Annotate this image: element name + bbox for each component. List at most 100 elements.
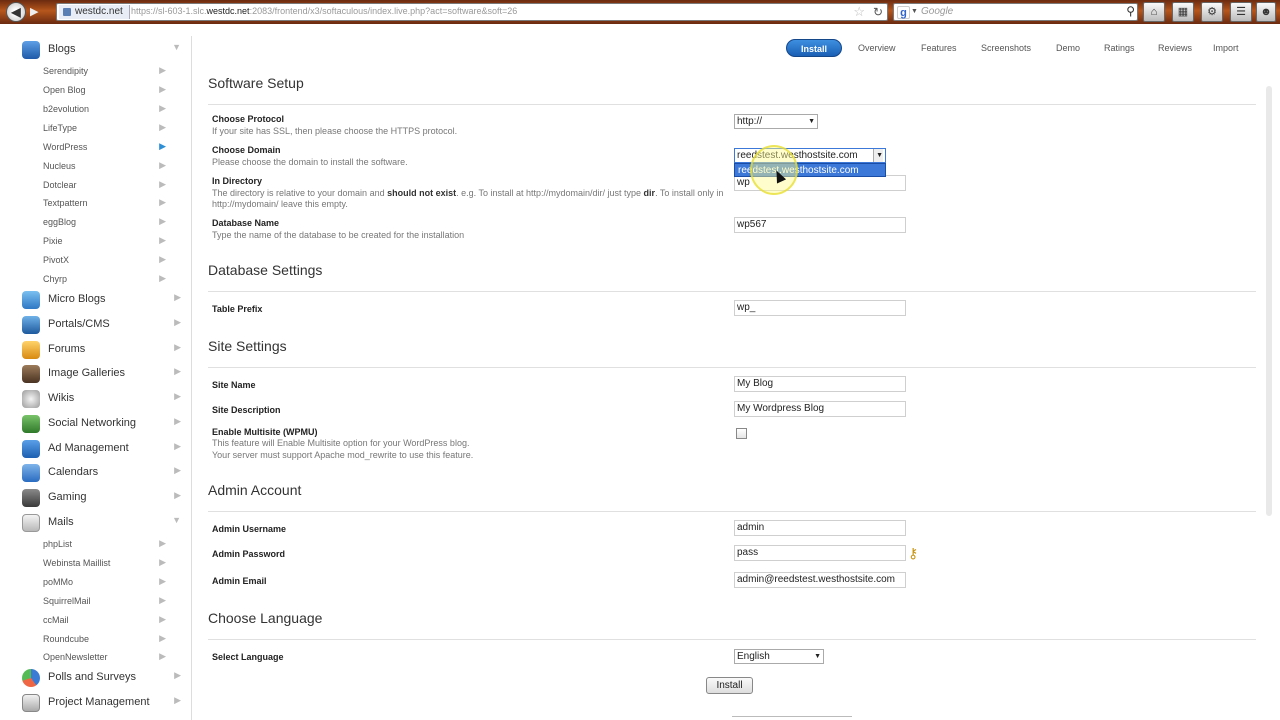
sidebar-category-portals-cms[interactable]: Portals/CMS ▶ bbox=[10, 313, 192, 337]
site-name-input[interactable]: My Blog bbox=[734, 376, 906, 392]
toolbar-extension-button[interactable]: ☻ bbox=[1256, 2, 1276, 22]
language-label: Select Language bbox=[212, 652, 284, 662]
site-description-input[interactable]: My Wordpress Blog bbox=[734, 401, 906, 417]
sidebar-item-ccmail[interactable]: ccMail ▶ bbox=[10, 612, 192, 630]
sidebar-item-wordpress[interactable]: WordPress ▶ bbox=[10, 139, 192, 157]
gaming-icon bbox=[22, 489, 40, 507]
search-icon[interactable]: ⚲ bbox=[1126, 4, 1135, 18]
divider bbox=[208, 104, 1256, 105]
sidebar-item-serendipity[interactable]: Serendipity ▶ bbox=[10, 63, 192, 81]
admin-username-input[interactable]: admin bbox=[734, 520, 906, 536]
sidebar-category-polls-and-surveys[interactable]: Polls and Surveys ▶ bbox=[10, 666, 192, 690]
sidebar-item-roundcube[interactable]: Roundcube ▶ bbox=[10, 631, 192, 649]
section-title-database-settings: Database Settings bbox=[208, 262, 323, 278]
page-scrollbar[interactable] bbox=[1258, 24, 1280, 720]
multisite-checkbox[interactable] bbox=[736, 428, 747, 439]
sidebar-category-image-galleries[interactable]: Image Galleries ▶ bbox=[10, 362, 192, 386]
toolbar-addon-button[interactable]: ▦ bbox=[1172, 2, 1194, 22]
sidebar-category-social-networking[interactable]: Social Networking ▶ bbox=[10, 412, 192, 436]
sidebar-item-label: Dotclear bbox=[43, 180, 77, 190]
scrollbar-thumb[interactable] bbox=[1266, 86, 1272, 516]
sidebar-item-chyrp[interactable]: Chyrp ▶ bbox=[10, 271, 192, 289]
forward-button[interactable]: ▶ bbox=[30, 5, 44, 19]
tab-features[interactable]: Features bbox=[921, 39, 957, 57]
protocol-select-value: http:// bbox=[737, 116, 763, 127]
tab-reviews[interactable]: Reviews bbox=[1158, 39, 1192, 57]
search-engine-dropdown-icon[interactable]: ▼ bbox=[911, 8, 918, 15]
dropdown-arrow-icon[interactable]: ▼ bbox=[873, 149, 883, 162]
sidebar-category-label: Calendars bbox=[48, 466, 99, 478]
sidebar-item-lifetype[interactable]: LifeType ▶ bbox=[10, 120, 192, 138]
google-logo-icon[interactable]: g bbox=[897, 6, 910, 19]
toolbar-tools-button[interactable]: ⚙ bbox=[1201, 2, 1223, 22]
sidebar-category-label: Image Galleries bbox=[48, 367, 126, 379]
sidebar-item-nucleus[interactable]: Nucleus ▶ bbox=[10, 158, 192, 176]
sidebar-category-wikis[interactable]: Wikis ▶ bbox=[10, 387, 192, 411]
sidebar-category-blogs[interactable]: Blogs ▼ bbox=[10, 38, 192, 62]
table-prefix-input[interactable]: wp_ bbox=[734, 300, 906, 316]
sidebar-item-label: Open Blog bbox=[43, 85, 86, 95]
tab-screenshots[interactable]: Screenshots bbox=[981, 39, 1031, 57]
chevron-right-icon: ▶ bbox=[159, 216, 166, 226]
sidebar: Blogs ▼ Serendipity ▶ Open Blog ▶ b2evolut… bbox=[10, 36, 192, 720]
sidebar-item-label: poMMo bbox=[43, 577, 74, 587]
chevron-right-icon: ▶ bbox=[159, 235, 166, 245]
tab-overview[interactable]: Overview bbox=[858, 39, 896, 57]
sidebar-item-squirrelmail[interactable]: SquirrelMail ▶ bbox=[10, 593, 192, 611]
site-identity-badge[interactable]: westdc.net bbox=[59, 5, 130, 19]
sidebar-category-calendars[interactable]: Calendars ▶ bbox=[10, 461, 192, 485]
sidebar-item-phplist[interactable]: phpList ▶ bbox=[10, 536, 192, 554]
chevron-right-icon: ▶ bbox=[159, 576, 166, 586]
sidebar-item-open-blog[interactable]: Open Blog ▶ bbox=[10, 82, 192, 100]
multisite-help-line-2: Your server must support Apache mod_rewr… bbox=[212, 450, 474, 460]
tab-install[interactable]: Install bbox=[786, 39, 843, 57]
chevron-right-icon: ▶ bbox=[159, 557, 166, 567]
section-title-admin-account: Admin Account bbox=[208, 482, 302, 498]
chevron-right-icon: ▶ bbox=[159, 595, 166, 605]
protocol-select[interactable]: http:// ▼ bbox=[734, 114, 818, 129]
sidebar-item-dotclear[interactable]: Dotclear ▶ bbox=[10, 177, 192, 195]
bookmark-star-icon[interactable]: ☆ bbox=[853, 4, 865, 20]
sidebar-category-micro-blogs[interactable]: Micro Blogs ▶ bbox=[10, 288, 192, 312]
key-icon[interactable]: ⚷ bbox=[908, 545, 918, 562]
toolbar-menu-button[interactable]: ☰ bbox=[1230, 2, 1252, 22]
sidebar-item-textpattern[interactable]: Textpattern ▶ bbox=[10, 195, 192, 213]
admin-email-input[interactable]: admin@reedstest.westhostsite.com bbox=[734, 572, 906, 588]
sidebar-category-forums[interactable]: Forums ▶ bbox=[10, 338, 192, 362]
sidebar-category-label: Project Management bbox=[48, 696, 150, 708]
sidebar-item-pivotx[interactable]: PivotX ▶ bbox=[10, 252, 192, 270]
search-bar[interactable]: g ▼ Google ⚲ bbox=[893, 3, 1138, 21]
tab-ratings[interactable]: Ratings bbox=[1104, 39, 1135, 57]
tab-demo[interactable]: Demo bbox=[1056, 39, 1080, 57]
sidebar-category-label: Ad Management bbox=[48, 442, 129, 454]
sidebar-item-label: Roundcube bbox=[43, 634, 90, 644]
sidebar-item-pixie[interactable]: Pixie ▶ bbox=[10, 233, 192, 251]
admin-password-label: Admin Password bbox=[212, 549, 286, 559]
sidebar-category-gaming[interactable]: Gaming ▶ bbox=[10, 486, 192, 510]
install-button[interactable]: Install bbox=[706, 677, 753, 694]
protocol-help: If your site has SSL, then please choose… bbox=[212, 126, 458, 136]
address-bar[interactable]: westdc.net https://sl-603-1.slc.westdc.n… bbox=[56, 3, 888, 21]
reload-icon[interactable]: ↻ bbox=[873, 5, 883, 19]
sidebar-item-opennewsletter[interactable]: OpenNewsletter ▶ bbox=[10, 649, 192, 667]
database-name-input[interactable]: wp567 bbox=[734, 217, 906, 233]
chevron-right-icon: ▶ bbox=[159, 538, 166, 548]
sidebar-category-mails[interactable]: Mails ▼ bbox=[10, 511, 192, 535]
back-button[interactable]: ◀ bbox=[6, 2, 26, 22]
sidebar-item-b2evolution[interactable]: b2evolution ▶ bbox=[10, 101, 192, 119]
admin-password-input[interactable]: pass bbox=[734, 545, 906, 561]
tab-import[interactable]: Import bbox=[1213, 39, 1239, 57]
language-select[interactable]: English ▼ bbox=[734, 649, 824, 664]
home-button[interactable]: ⌂ bbox=[1143, 2, 1165, 22]
sidebar-item-webinsta-maillist[interactable]: Webinsta Maillist ▶ bbox=[10, 555, 192, 573]
sidebar-item-eggblog[interactable]: eggBlog ▶ bbox=[10, 214, 192, 232]
sidebar-category-ad-management[interactable]: Ad Management ▶ bbox=[10, 437, 192, 461]
micro-blogs-icon bbox=[22, 291, 40, 309]
calendars-icon bbox=[22, 464, 40, 482]
chevron-right-icon: ▶ bbox=[174, 465, 181, 475]
sidebar-item-pommo[interactable]: poMMo ▶ bbox=[10, 574, 192, 592]
admin-username-label: Admin Username bbox=[212, 524, 287, 534]
chevron-right-icon: ▶ bbox=[174, 490, 181, 500]
sidebar-category-project-management[interactable]: Project Management ▶ bbox=[10, 691, 192, 715]
admin-email-label: Admin Email bbox=[212, 576, 267, 586]
